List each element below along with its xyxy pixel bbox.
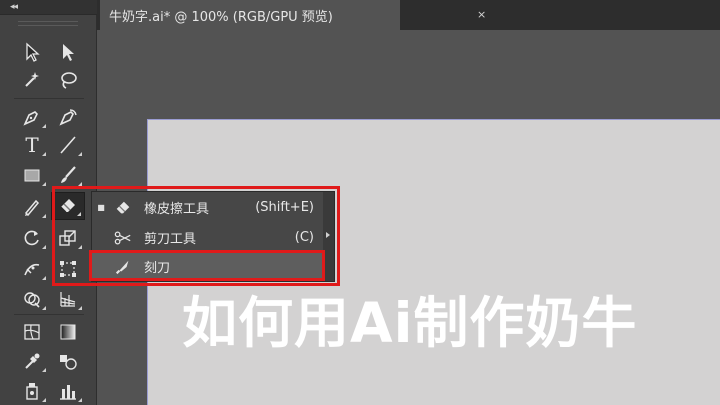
blend-tool[interactable] <box>51 347 85 375</box>
selection-tool[interactable] <box>15 38 49 66</box>
pen-tool[interactable] <box>15 103 49 131</box>
magic-wand-tool[interactable] <box>15 66 49 94</box>
perspective-grid-tool[interactable] <box>51 285 85 313</box>
bar-graph-icon <box>60 385 76 400</box>
lasso-icon <box>61 72 77 89</box>
rectangle-icon <box>24 169 40 182</box>
rotate-icon <box>24 230 39 246</box>
mesh-icon <box>24 324 40 340</box>
type-tool[interactable]: T <box>15 131 49 159</box>
symbol-sprayer-icon <box>26 383 38 400</box>
collapse-panel-icon[interactable]: ◂◂ <box>10 0 18 14</box>
lasso-tool[interactable] <box>51 66 85 94</box>
document-tab[interactable]: 牛奶字.ai* @ 100% (RGB/GPU 预览) <box>100 0 400 30</box>
pen-icon <box>23 111 38 126</box>
video-overlay-title: 如何用Ai制作奶牛 <box>182 291 638 355</box>
tools-panel-header: ◂◂ <box>0 0 97 15</box>
line-icon <box>60 136 76 154</box>
eyedropper-icon <box>25 353 40 369</box>
magic-wand-icon <box>25 72 39 87</box>
paintbrush-tool[interactable] <box>51 161 85 189</box>
gradient-tool[interactable] <box>51 318 85 346</box>
blend-icon <box>60 355 77 370</box>
arrow-icon <box>26 42 40 62</box>
line-segment-tool[interactable] <box>51 131 85 159</box>
panel-grip[interactable] <box>18 21 78 26</box>
shape-builder-tool[interactable] <box>15 285 49 313</box>
shape-builder-icon <box>24 292 40 308</box>
document-tab-title: 牛奶字.ai* @ 100% (RGB/GPU 预览) <box>109 9 333 25</box>
curvature-tool[interactable] <box>51 103 85 131</box>
tab-close-icon[interactable]: × <box>477 0 486 30</box>
brush-icon <box>61 166 76 183</box>
mesh-tool[interactable] <box>15 318 49 346</box>
perspective-grid-icon <box>60 292 76 307</box>
rectangle-tool[interactable] <box>15 161 49 189</box>
eyedropper-tool[interactable] <box>15 347 49 375</box>
symbol-sprayer-tool[interactable] <box>15 377 49 405</box>
pencil-tool[interactable] <box>15 193 49 221</box>
highlight-box-knife <box>89 250 325 281</box>
type-icon: T <box>25 133 39 157</box>
white-arrow-icon <box>63 44 74 61</box>
pencil-icon <box>24 199 40 217</box>
column-graph-tool[interactable] <box>51 377 85 405</box>
curvature-icon <box>59 109 77 126</box>
width-icon <box>24 263 40 276</box>
rotate-tool[interactable] <box>15 224 49 252</box>
gradient-icon <box>60 324 76 340</box>
document-tab-bar: 牛奶字.ai* @ 100% (RGB/GPU 预览) × <box>97 0 720 30</box>
direct-selection-tool[interactable] <box>51 38 85 66</box>
width-tool[interactable] <box>15 255 49 283</box>
